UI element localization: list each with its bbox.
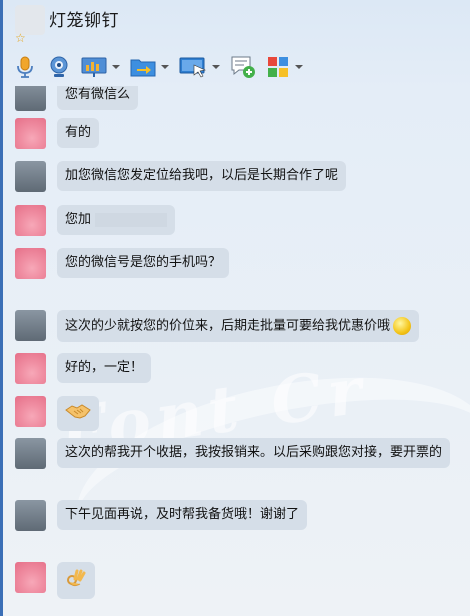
send-sms-button[interactable] — [230, 54, 256, 80]
message-bubble[interactable] — [57, 562, 95, 599]
contact-avatar[interactable] — [15, 438, 46, 469]
presentation-button[interactable] — [81, 54, 120, 80]
message-item: 下午见面再说，及时帮我备货哦！谢谢了 — [15, 500, 308, 531]
chat-window: 灯笼铆钉 ☆ Font Cr 您有微信么 有的 加您微信您发定位给我吧，以后是长… — [0, 0, 470, 616]
message-bubble[interactable] — [57, 396, 99, 431]
toolbar — [13, 54, 313, 80]
contact-avatar[interactable] — [15, 86, 46, 111]
microphone-icon — [17, 56, 33, 78]
ok-hand-emoji-icon — [67, 569, 86, 587]
message-bubble[interactable]: 您有微信么 — [57, 86, 139, 110]
star-icon[interactable]: ☆ — [15, 32, 26, 44]
chevron-down-icon[interactable] — [212, 65, 220, 69]
apps-icon — [268, 57, 288, 77]
chevron-down-icon[interactable] — [295, 65, 303, 69]
screen-share-icon — [179, 57, 206, 78]
chat-header: 灯笼铆钉 ☆ — [3, 0, 470, 86]
message-item: 有的 — [15, 118, 100, 149]
message-text: 这次的少就按您的价位来，后期走批量可要给我优惠价哦 — [65, 318, 391, 334]
message-item — [15, 562, 95, 599]
message-item: 您有微信么 — [15, 86, 139, 111]
message-bubble[interactable]: 这次的少就按您的价位来，后期走批量可要给我优惠价哦 — [57, 310, 420, 342]
message-item: 好的，一定！ — [15, 353, 152, 384]
message-bubble[interactable]: 好的，一定！ — [57, 353, 152, 383]
remote-desktop-button[interactable] — [179, 54, 220, 80]
message-bubble[interactable]: 您加 — [57, 205, 176, 235]
message-item: 这次的少就按您的价位来，后期走批量可要给我优惠价哦 — [15, 310, 420, 342]
self-avatar[interactable] — [15, 353, 46, 384]
presentation-icon — [81, 57, 107, 77]
chevron-down-icon[interactable] — [112, 65, 120, 69]
message-bubble[interactable]: 您的微信号是您的手机吗？ — [57, 248, 230, 278]
message-item: 加您微信您发定位给我吧，以后是长期合作了呢 — [15, 161, 347, 192]
app-center-button[interactable] — [266, 54, 303, 80]
send-file-button[interactable] — [130, 54, 169, 80]
redacted-text — [95, 212, 168, 227]
message-item: 您加 — [15, 205, 176, 236]
message-item: 您的微信号是您的手机吗？ — [15, 248, 230, 279]
contact-avatar[interactable] — [15, 161, 46, 192]
contact-avatar[interactable] — [15, 500, 46, 531]
handshake-emoji-icon — [65, 404, 91, 419]
sms-icon — [231, 56, 255, 78]
message-bubble[interactable]: 加您微信您发定位给我吧，以后是长期合作了呢 — [57, 161, 347, 191]
smile-emoji-icon — [393, 317, 412, 335]
message-list[interactable]: Font Cr 您有微信么 有的 加您微信您发定位给我吧，以后是长期合作了呢 您… — [3, 86, 470, 616]
message-item: 这次的帮我开个收据，我按报销来。以后采购跟您对接，要开票的 — [15, 438, 451, 469]
voice-call-button[interactable] — [13, 54, 37, 80]
chevron-down-icon[interactable] — [161, 65, 169, 69]
message-text: 您加 — [65, 212, 92, 227]
message-bubble[interactable]: 下午见面再说，及时帮我备货哦！谢谢了 — [57, 500, 308, 530]
video-call-button[interactable] — [47, 54, 71, 80]
self-avatar[interactable] — [15, 562, 46, 593]
self-avatar[interactable] — [15, 396, 46, 427]
contact-name[interactable]: 灯笼铆钉 — [49, 6, 119, 31]
message-bubble[interactable]: 有的 — [57, 118, 100, 148]
contact-avatar[interactable] — [15, 310, 46, 341]
self-avatar[interactable] — [15, 205, 46, 236]
self-avatar[interactable] — [15, 248, 46, 279]
file-transfer-icon — [130, 59, 156, 77]
message-item — [15, 396, 99, 431]
message-bubble[interactable]: 这次的帮我开个收据，我按报销来。以后采购跟您对接，要开票的 — [57, 438, 451, 468]
webcam-icon — [50, 56, 68, 77]
self-avatar[interactable] — [15, 118, 46, 149]
